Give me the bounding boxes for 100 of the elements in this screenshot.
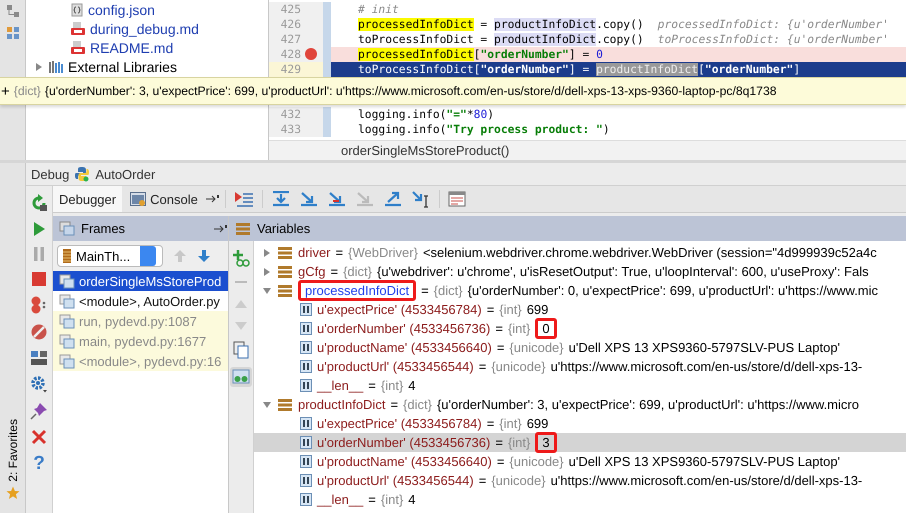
equals-sign: = — [486, 302, 494, 317]
variable-value: u'https://www.microsoft.com/en-us/store/d/dell-xps-13- — [550, 359, 862, 374]
value-icon — [300, 360, 312, 373]
variable-row[interactable]: u'productUrl' (4533456544) = {unicode} u'https://www.microsoft.com/en-us/store/d/dell-xps-13- — [254, 471, 906, 490]
variable-row[interactable]: u'orderNumber' (4533456736) = {int} 3 — [254, 433, 906, 452]
variable-row[interactable]: u'orderNumber' (4533456736) = {int} 0 — [254, 319, 906, 338]
variable-type: {unicode} — [509, 454, 564, 469]
variable-row[interactable]: u'expectPrice' (4533456784) = {int} 699 — [254, 300, 906, 319]
variable-name[interactable]: driver — [298, 245, 331, 260]
variable-row[interactable]: u'productUrl' (4533456544) = {unicode} u'https://www.microsoft.com/en-us/store/d/dell-xps-13- — [254, 357, 906, 376]
variable-type: {dict} — [434, 283, 463, 298]
step-over-icon[interactable] — [270, 191, 291, 207]
equals-sign: = — [336, 245, 344, 260]
value-icon — [300, 322, 312, 335]
stack-frame[interactable]: orderSingleMsStoreProd — [53, 271, 228, 291]
value-icon — [300, 455, 312, 468]
variable-name: __len__ — [317, 378, 364, 393]
stack-frame-icon — [59, 354, 75, 368]
breakpoint-icon[interactable] — [305, 48, 317, 60]
breakpoints-icon[interactable] — [30, 296, 48, 314]
python-icon — [74, 166, 90, 182]
variable-type: {int} — [508, 321, 530, 336]
run-to-cursor-icon[interactable] — [410, 190, 431, 208]
expand-arrow-icon[interactable] — [262, 400, 272, 410]
project-tree-item[interactable]: README.md — [90, 40, 174, 56]
copy-icon[interactable] — [233, 341, 249, 359]
equals-sign: = — [486, 416, 494, 431]
close-icon[interactable] — [31, 429, 47, 445]
variable-value: 4 — [408, 378, 416, 393]
dict-icon — [277, 284, 293, 298]
variable-type: {unicode} — [491, 359, 546, 374]
stack-frame-icon — [59, 334, 75, 348]
variable-name[interactable]: gCfg — [298, 264, 326, 279]
variable-value: 699 — [526, 416, 548, 431]
help-icon[interactable]: ? — [33, 454, 45, 474]
step-out-icon[interactable] — [382, 191, 403, 207]
pin-icon[interactable] — [30, 402, 48, 420]
variable-name: u'orderNumber' (4533456736) — [317, 435, 490, 450]
line-number: 428 — [280, 48, 301, 61]
panel-tab[interactable]: Console — [124, 186, 204, 212]
variable-type: {int} — [499, 416, 522, 431]
equals-sign: = — [496, 340, 504, 355]
hierarchy-icon[interactable] — [6, 26, 20, 40]
breadcrumb-bar[interactable]: orderSingleMsStoreProduct() — [269, 140, 906, 160]
thread-dropdown[interactable]: MainTh... — [57, 245, 163, 267]
arrow-down-icon[interactable] — [197, 249, 211, 263]
panel-tab[interactable]: Debugger — [53, 186, 122, 212]
value-icon — [300, 474, 312, 487]
line-number: 426 — [280, 18, 301, 31]
rerun-icon[interactable] — [30, 194, 48, 212]
structure-icon[interactable] — [6, 4, 20, 18]
variable-row[interactable]: u'expectPrice' (4533456784) = {int} 699 — [254, 414, 906, 433]
glasses-icon[interactable] — [232, 369, 250, 385]
mute-breakpoints-icon[interactable] — [30, 323, 48, 341]
variable-value: 4 — [408, 492, 416, 507]
variable-type: {unicode} — [509, 340, 564, 355]
stack-frame[interactable]: <module>, AutoOrder.py — [53, 291, 228, 311]
project-tree-item[interactable]: External Libraries — [68, 58, 177, 74]
project-tree-item[interactable]: config.json — [88, 2, 155, 18]
variable-type: {int} — [380, 492, 404, 507]
step-into-icon[interactable] — [298, 191, 319, 207]
variable-type: {dict} — [403, 397, 432, 412]
pin-arrow-icon[interactable] — [214, 224, 228, 234]
variable-name: u'expectPrice' (4533456784) — [317, 302, 482, 317]
markdown-file-icon — [70, 40, 86, 54]
variable-value: u'https://www.microsoft.com/en-us/store/d/dell-xps-13- — [550, 473, 862, 488]
show-execution-point-icon[interactable] — [234, 191, 254, 207]
layout-icon[interactable] — [30, 350, 48, 366]
panel-title: Debug — [31, 166, 70, 182]
settings-icon[interactable] — [30, 375, 48, 393]
variable-type: {WebDriver} — [348, 245, 418, 260]
expand-toggle[interactable]: + — [0, 82, 10, 100]
variable-row[interactable]: u'productName' (4533456640) = {unicode} u'Dell XPS 13 XPS9360-5797SLV-PUS Laptop' — [254, 452, 906, 471]
project-tree-item[interactable]: during_debug.md — [90, 20, 199, 36]
stack-frame-icon — [59, 274, 75, 288]
variable-value: {u'webdriver': u'chrome', u'isResetOutput': True, u'loopInterval': 600, u'useProxy': Fals — [376, 264, 869, 279]
pause-icon[interactable] — [32, 246, 46, 262]
dict-icon — [277, 398, 293, 412]
value-icon — [300, 303, 312, 316]
value-icon — [300, 493, 312, 506]
stop-icon[interactable] — [31, 271, 47, 287]
resume-icon[interactable] — [31, 221, 47, 237]
variable-type: {unicode} — [491, 473, 546, 488]
equals-sign: = — [495, 435, 503, 450]
panel-title: Frames — [81, 221, 126, 236]
pin-arrow-icon[interactable] — [206, 194, 220, 204]
variable-row[interactable]: __len__ = {int} 4 — [254, 376, 906, 395]
variable-name: __len__ — [317, 492, 364, 507]
add-watch-icon[interactable] — [232, 249, 250, 267]
variable-name: u'productUrl' (4533456544) — [317, 473, 474, 488]
star-icon[interactable] — [6, 486, 20, 500]
force-step-into-icon[interactable] — [326, 191, 347, 207]
variable-row[interactable]: __len__ = {int} 4 — [254, 490, 906, 509]
variable-name[interactable]: processedInfoDict — [298, 280, 416, 301]
variable-name[interactable]: productInfoDict — [298, 397, 386, 412]
evaluate-table-icon[interactable] — [448, 191, 466, 207]
expand-arrow-icon[interactable] — [34, 62, 44, 72]
variable-row[interactable]: u'productName' (4533456640) = {unicode} u'Dell XPS 13 XPS9360-5797SLV-PUS Laptop' — [254, 338, 906, 357]
equals-sign: = — [368, 378, 376, 393]
favorites-tab[interactable]: 2: Favorites — [6, 419, 20, 482]
